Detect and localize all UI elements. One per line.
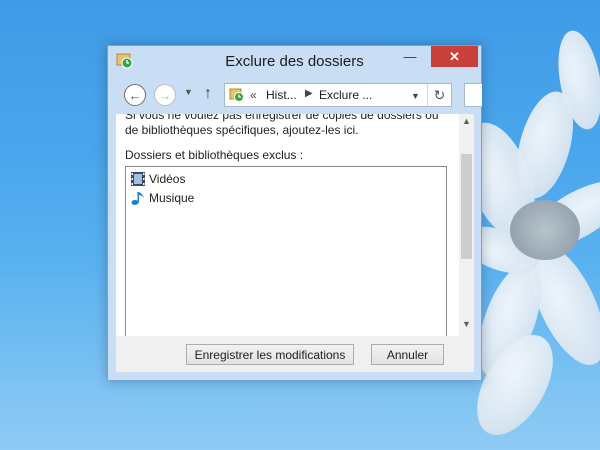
address-dropdown-icon[interactable]: ▼: [411, 91, 420, 101]
scroll-thumb[interactable]: [461, 154, 472, 259]
back-button[interactable]: ←: [124, 84, 146, 106]
list-item-label: Musique: [149, 191, 195, 205]
navigation-bar: ← → ▼ ↑ « Hist... ▶ Exclure ... ▼ ↻: [116, 82, 482, 108]
minimize-button[interactable]: —: [396, 46, 424, 67]
save-changes-button[interactable]: Enregistrer les modifications: [186, 344, 354, 365]
up-button[interactable]: ↑: [204, 85, 212, 103]
breadcrumb-exclude[interactable]: Exclure ...: [319, 88, 372, 102]
intro-text: Si vous ne voulez pas enregistrer de cop…: [125, 114, 439, 137]
forward-button[interactable]: →: [154, 84, 176, 106]
cancel-button[interactable]: Annuler: [371, 344, 444, 365]
arrow-left-icon: ←: [128, 87, 142, 103]
refresh-icon: ↻: [433, 87, 446, 103]
scroll-down-icon[interactable]: ▼: [459, 319, 474, 329]
arrow-up-icon: ↑: [204, 85, 212, 102]
dialog-footer: Enregistrer les modifications Annuler: [116, 336, 474, 372]
list-item-videos[interactable]: Vidéos: [130, 170, 185, 188]
flower-center: [510, 200, 580, 260]
scroll-up-icon[interactable]: ▲: [459, 116, 474, 126]
search-box[interactable]: [464, 83, 482, 107]
vertical-scrollbar[interactable]: ▲ ▼: [459, 114, 474, 336]
content-pane: Si vous ne voulez pas enregistrer de cop…: [116, 114, 474, 336]
excluded-folders-list[interactable]: Vidéos Musique: [125, 166, 447, 336]
video-library-icon: [131, 172, 145, 186]
list-item-music[interactable]: Musique: [130, 189, 194, 207]
refresh-button[interactable]: ↻: [427, 84, 451, 106]
list-item-label: Vidéos: [149, 172, 186, 186]
exclude-folders-dialog: Exclure des dossiers — ✕ ← → ▼ ↑ « Hist.…: [107, 45, 482, 381]
address-bar[interactable]: « Hist... ▶ Exclure ... ▼ ↻: [224, 83, 452, 107]
chevron-down-icon: ▼: [184, 87, 193, 97]
breadcrumb-arrow-icon[interactable]: ▶: [305, 88, 313, 99]
music-library-icon: [131, 192, 144, 205]
title-bar[interactable]: Exclure des dossiers — ✕: [108, 46, 481, 76]
breadcrumb-history[interactable]: Hist...: [266, 88, 297, 102]
close-button[interactable]: ✕: [431, 46, 478, 67]
file-history-icon: [229, 88, 244, 102]
recent-locations-button[interactable]: ▼: [184, 87, 193, 97]
address-overflow[interactable]: «: [250, 88, 257, 102]
excluded-list-label: Dossiers et bibliothèques exclus :: [125, 148, 304, 162]
window-title: Exclure des dossiers: [225, 53, 364, 70]
arrow-right-icon: →: [158, 87, 172, 103]
